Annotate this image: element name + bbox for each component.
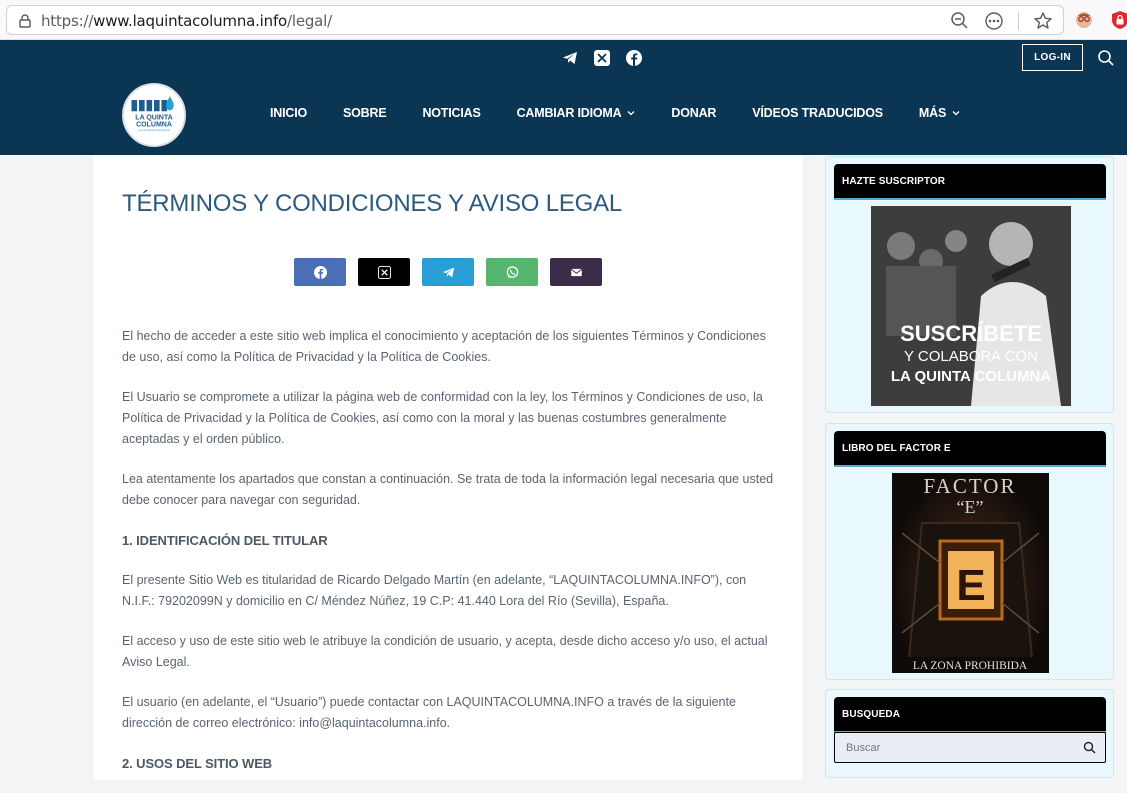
share-facebook-button[interactable] (294, 258, 346, 286)
extension-avatar-icon[interactable] (1074, 10, 1094, 30)
section-heading: 1. IDENTIFICACIÓN DEL TITULAR (122, 533, 328, 548)
telegram-icon[interactable] (562, 50, 578, 66)
x-twitter-icon[interactable] (594, 50, 610, 66)
svg-text:SUSCRÍBETE: SUSCRÍBETE (900, 321, 1042, 346)
svg-text:E: E (956, 561, 985, 610)
site-info-icon[interactable] (19, 14, 31, 28)
share-whatsapp-button[interactable] (486, 258, 538, 286)
zoom-out-icon[interactable] (950, 11, 970, 31)
paragraph: El acceso y uso de este sitio web le atr… (122, 634, 768, 669)
svg-text:LA ZONA PROHIBIDA: LA ZONA PROHIBIDA (913, 660, 1028, 672)
login-button[interactable]: LOG-IN (1022, 44, 1083, 71)
chevron-down-icon (952, 111, 960, 116)
email-icon (570, 268, 582, 276)
paragraph: El Usuario se compromete a utilizar la p… (122, 390, 763, 446)
svg-text:Y COLABORA CON: Y COLABORA CON (904, 348, 1038, 365)
extension-shield-icon[interactable] (1110, 10, 1127, 30)
nav-inicio[interactable]: INICIO (252, 106, 325, 120)
article-container: TÉRMINOS Y CONDICIONES Y AVISO LEGAL El … (93, 155, 803, 780)
x-twitter-icon (377, 265, 391, 279)
facebook-icon[interactable] (626, 50, 642, 66)
book-cover-image[interactable]: FACTOR “E” E LA ZONA PROHIBIDA (892, 473, 1049, 673)
nav-noticias[interactable]: NOTICIAS (404, 106, 498, 120)
nav-donar[interactable]: DONAR (653, 106, 734, 120)
browser-toolbar: https://www.laquintacolumna.info/legal/ (0, 0, 1127, 40)
share-x-button[interactable] (358, 258, 410, 286)
nav-videos-traducidos[interactable]: VÍDEOS TRADUCIDOS (734, 106, 901, 120)
bookmark-star-icon[interactable] (1033, 11, 1053, 31)
widget-header: LIBRO DEL FACTOR E (834, 431, 1106, 467)
search-input[interactable] (835, 733, 1075, 762)
search-icon[interactable] (1083, 741, 1096, 754)
url-text[interactable]: https://www.laquintacolumna.info/legal/ (41, 12, 332, 30)
address-bar[interactable]: https://www.laquintacolumna.info/legal/ (6, 5, 1064, 35)
paragraph: Lea atentamente los apartados que consta… (122, 472, 774, 507)
share-buttons (294, 258, 602, 286)
widget-title: BUSQUEDA (842, 709, 901, 720)
main-navigation: INICIO SOBRE NOTICIAS CAMBIAR IDIOMA DON… (252, 106, 978, 120)
search-icon[interactable] (1097, 49, 1115, 67)
article-body: El hecho de acceder a este sitio web imp… (122, 326, 782, 793)
paragraph: El presente Sitio Web es titularidad de … (122, 573, 747, 608)
subscribe-widget: HAZTE SUSCRIPTOR SUSCRÍBETE Y COLABORA C… (825, 156, 1114, 413)
sidebar-search (834, 732, 1106, 763)
telegram-icon (442, 267, 454, 277)
book-widget: LIBRO DEL FACTOR E FACTOR “E” E LA ZONA … (825, 423, 1114, 680)
nav-sobre[interactable]: SOBRE (325, 106, 404, 120)
paragraph: El usuario (en adelante, el “Usuario”) p… (122, 695, 736, 730)
facebook-icon (313, 265, 327, 279)
svg-text:LA QUINTA COLUMNA: LA QUINTA COLUMNA (891, 368, 1051, 385)
share-email-button[interactable] (550, 258, 602, 286)
share-telegram-button[interactable] (422, 258, 474, 286)
svg-text:La ciencia del despertar: La ciencia del despertar (138, 128, 171, 132)
whatsapp-icon (506, 265, 518, 278)
widget-title: LIBRO DEL FACTOR E (842, 443, 951, 454)
subscribe-promo-image[interactable]: SUSCRÍBETE Y COLABORA CON LA QUINTA COLU… (871, 206, 1071, 406)
svg-text:FACTOR: FACTOR (924, 474, 1017, 498)
section-heading: 2. USOS DEL SITIO WEB (122, 756, 273, 771)
widget-title: HAZTE SUSCRIPTOR (842, 176, 946, 187)
page-title: TÉRMINOS Y CONDICIONES Y AVISO LEGAL (122, 190, 623, 217)
widget-header: BUSQUEDA (834, 697, 1106, 733)
nav-cambiar-idioma[interactable]: CAMBIAR IDIOMA (499, 106, 654, 120)
site-header: LOG-IN LA QUINTA COLUMNA La ciencia del … (0, 40, 1127, 155)
widget-header: HAZTE SUSCRIPTOR (834, 164, 1106, 200)
chevron-down-icon (627, 111, 635, 116)
header-social-links (562, 50, 642, 66)
svg-text:“E”: “E” (957, 497, 984, 517)
nav-mas[interactable]: MÁS (901, 106, 978, 120)
search-widget: BUSQUEDA (825, 689, 1114, 778)
more-options-icon[interactable] (984, 11, 1004, 31)
toolbar-divider (1018, 12, 1019, 30)
paragraph: El hecho de acceder a este sitio web imp… (122, 329, 766, 364)
site-logo[interactable]: LA QUINTA COLUMNA La ciencia del despert… (122, 83, 186, 147)
